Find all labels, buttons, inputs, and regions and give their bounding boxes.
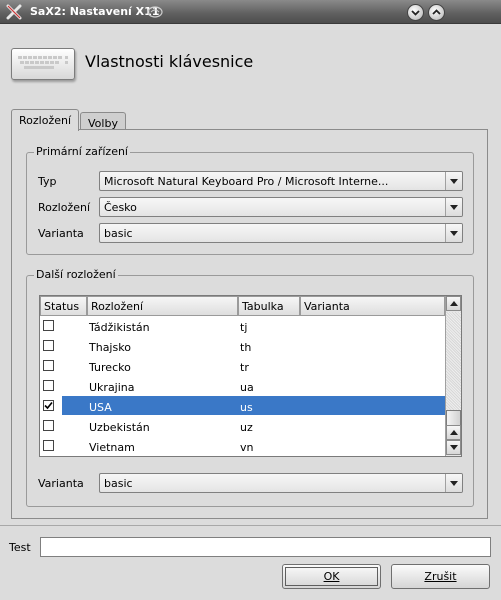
list-item[interactable]: Thajsko th	[40, 336, 445, 356]
keyboard-icon	[11, 48, 75, 80]
list-item[interactable]: Uzbekistán uz	[40, 416, 445, 436]
list-item[interactable]: Turecko tr	[40, 356, 445, 376]
primary-device-legend: Primární zařízení	[34, 145, 130, 158]
test-input[interactable]	[40, 537, 491, 557]
page-title: Vlastnosti klávesnice	[85, 52, 254, 71]
layouts-list[interactable]: Status Rozložení Tabulka Varianta Tádžik…	[39, 295, 462, 457]
cancel-button-label: Zrušit	[424, 570, 457, 583]
window-title: SaX2: Nastavení X11	[30, 5, 160, 18]
type-label: Typ	[38, 175, 57, 188]
separator	[0, 525, 501, 526]
row-table: tr	[240, 361, 249, 374]
column-layout[interactable]: Rozložení	[87, 296, 238, 316]
column-variant[interactable]: Varianta	[300, 296, 445, 316]
row-layout: USA	[89, 401, 112, 414]
row-layout: Tádžikistán	[89, 321, 150, 334]
minimize-icon[interactable]	[407, 4, 424, 21]
row-table: th	[240, 341, 252, 354]
scroll-up-icon[interactable]	[446, 296, 461, 311]
keyboard-variant-select[interactable]: basic	[99, 223, 463, 243]
column-status[interactable]: Status	[40, 296, 87, 316]
row-table: ua	[240, 381, 254, 394]
column-table[interactable]: Tabulka	[238, 296, 300, 316]
row-checkbox[interactable]	[43, 360, 54, 371]
list-item[interactable]: Vietnam vn	[40, 436, 445, 456]
row-checkbox-checked[interactable]	[43, 400, 54, 411]
list-scrollbar[interactable]	[445, 296, 461, 456]
additional-variant-select[interactable]: basic	[99, 473, 463, 493]
row-checkbox[interactable]	[43, 440, 54, 451]
additional-layouts-legend: Další rozložení	[34, 268, 118, 281]
additional-variant-label: Varianta	[38, 477, 84, 490]
maximize-icon[interactable]	[428, 4, 445, 21]
row-checkbox[interactable]	[43, 420, 54, 431]
chevron-down-icon[interactable]	[445, 224, 462, 242]
layout-label: Rozložení	[38, 201, 91, 214]
keyboard-type-select[interactable]: Microsoft Natural Keyboard Pro / Microso…	[99, 171, 463, 191]
row-table: vn	[240, 441, 254, 454]
row-checkbox[interactable]	[43, 340, 54, 351]
chevron-down-icon[interactable]	[445, 172, 462, 190]
variant-label: Varianta	[38, 227, 84, 240]
row-checkbox[interactable]	[43, 320, 54, 331]
sax-x-icon[interactable]	[6, 4, 22, 20]
test-label: Test	[9, 541, 31, 554]
list-item[interactable]: Ukrajina ua	[40, 376, 445, 396]
row-layout: Thajsko	[89, 341, 131, 354]
scroll-down-icon[interactable]	[446, 440, 461, 455]
keyboard-type-value: Microsoft Natural Keyboard Pro / Microso…	[104, 175, 389, 188]
row-table: tj	[240, 321, 248, 334]
cancel-button[interactable]: Zrušit	[391, 564, 490, 589]
additional-variant-value: basic	[104, 477, 133, 490]
row-checkbox[interactable]	[43, 380, 54, 391]
list-item[interactable]: Tádžikistán tj	[40, 316, 445, 336]
list-header: Status Rozložení Tabulka Varianta	[40, 296, 445, 316]
row-layout: Turecko	[89, 361, 131, 374]
chevron-down-icon[interactable]	[445, 198, 462, 216]
ok-button[interactable]: OK	[282, 564, 381, 589]
list-item-selected[interactable]: USA us	[40, 396, 445, 416]
title-bar[interactable]: SaX2: Nastavení X11	[0, 0, 501, 24]
selection-highlight	[62, 396, 445, 415]
tab-layout[interactable]: Rozložení	[11, 109, 80, 131]
chevron-down-icon[interactable]	[445, 474, 462, 492]
ok-button-label: OK	[323, 570, 340, 583]
hint-icon[interactable]	[146, 4, 164, 20]
row-table: us	[240, 401, 253, 414]
row-layout: Uzbekistán	[89, 421, 150, 434]
keyboard-variant-value: basic	[104, 227, 133, 240]
keyboard-layout-value: Česko	[104, 201, 137, 214]
row-table: uz	[240, 421, 253, 434]
row-layout: Ukrajina	[89, 381, 135, 394]
keyboard-layout-select[interactable]: Česko	[99, 197, 463, 217]
scroll-up-icon[interactable]	[446, 425, 461, 440]
row-layout: Vietnam	[89, 441, 135, 454]
scroll-track[interactable]	[446, 312, 461, 438]
